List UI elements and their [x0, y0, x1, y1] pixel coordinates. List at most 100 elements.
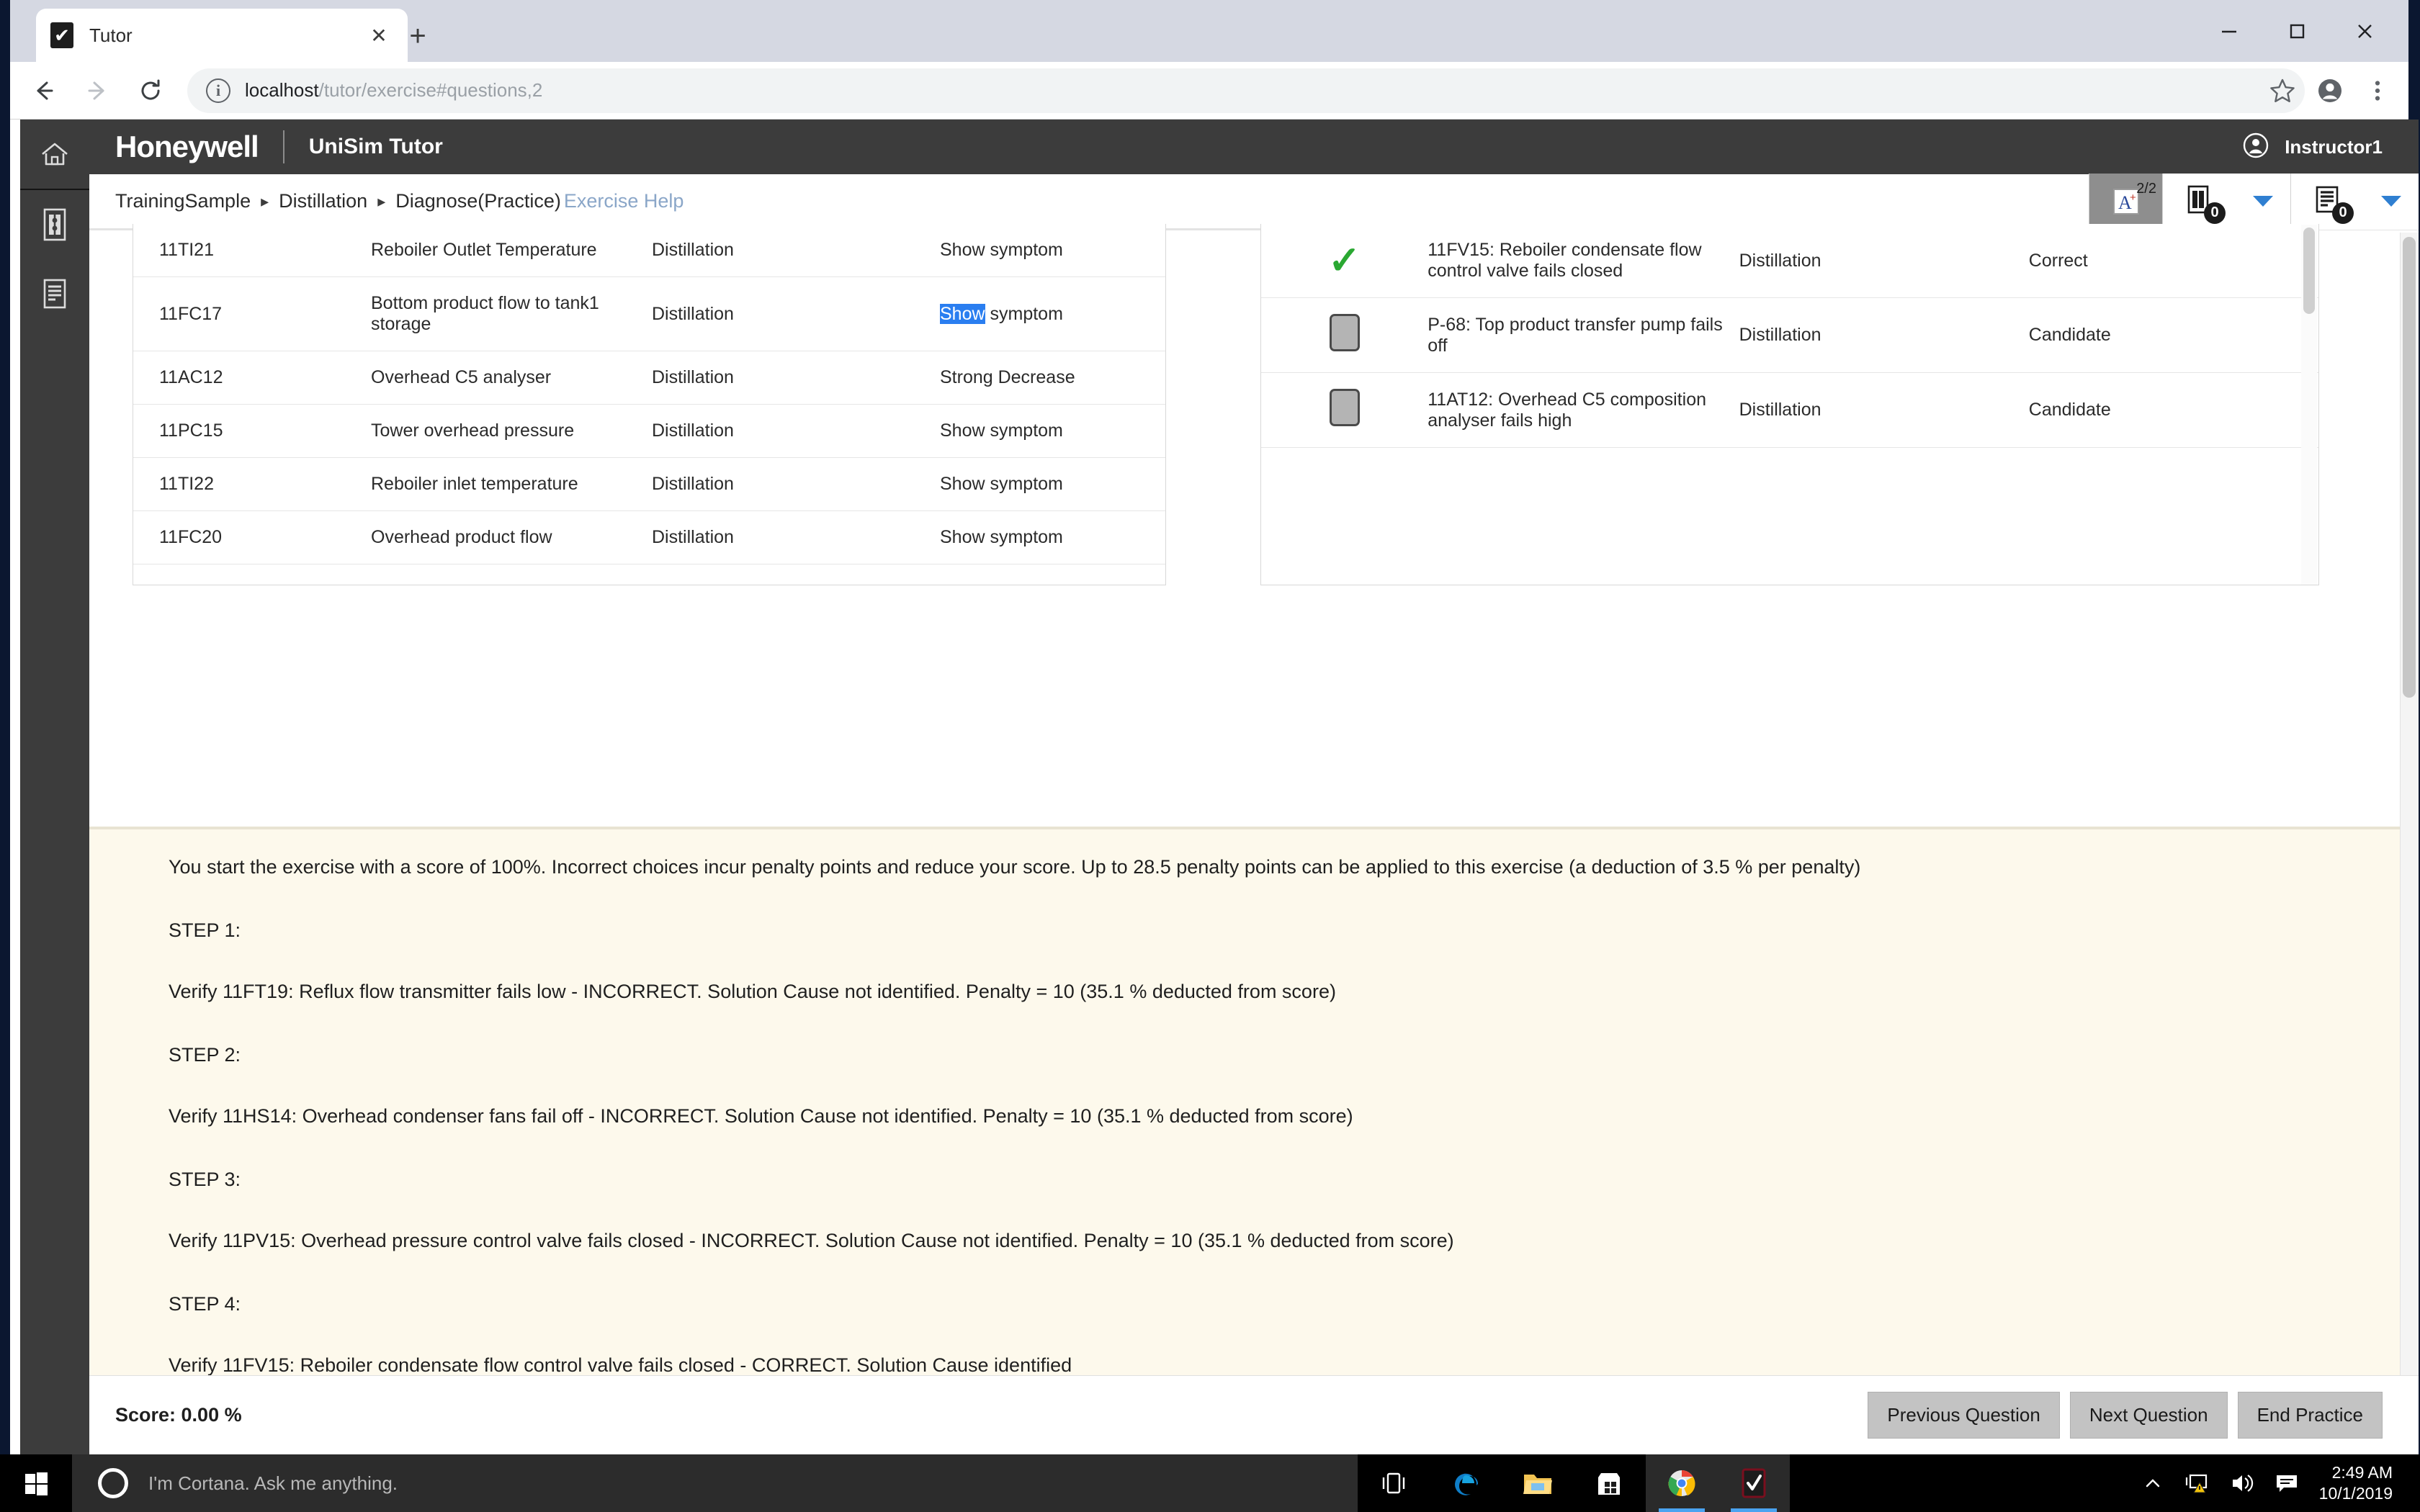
checkbox-icon[interactable]	[1329, 389, 1360, 426]
windows-start-icon[interactable]	[0, 1454, 72, 1512]
causes-panel-scrollbar[interactable]	[2301, 225, 2317, 585]
checkbox-icon[interactable]	[1329, 314, 1360, 351]
breadcrumb-item-training-sample[interactable]: TrainingSample	[115, 190, 251, 212]
clock-date: 10/1/2019	[2318, 1484, 2393, 1503]
taskbar-clock[interactable]: 2:49 AM 10/1/2019	[2309, 1462, 2406, 1504]
table-row[interactable]: ✓ 11FV15: Reboiler condensate flow contro…	[1261, 224, 2318, 298]
speaker-icon[interactable]	[2220, 1454, 2264, 1512]
symptom-status[interactable]: Show symptom	[940, 510, 1165, 564]
breadcrumb-item-distillation[interactable]: Distillation	[279, 190, 367, 212]
cortana-search-box[interactable]: I'm Cortana. Ask me anything.	[72, 1454, 1358, 1512]
symptom-status[interactable]: Show symptom	[940, 276, 1165, 351]
cause-checkbox[interactable]	[1261, 372, 1428, 448]
task-view-icon[interactable]	[1358, 1454, 1430, 1512]
forward-arrow-icon[interactable]	[71, 64, 124, 117]
symptoms-dropdown-caret[interactable]	[2236, 173, 2290, 230]
cause-checkbox[interactable]	[1261, 297, 1428, 373]
store-icon[interactable]	[1574, 1454, 1646, 1512]
address-bar[interactable]: i localhost/tutor/exercise#questions,2	[187, 68, 2305, 113]
feedback-step2-text: Verify 11HS14: Overhead condenser fans f…	[169, 1104, 1353, 1127]
browser-navbar: i localhost/tutor/exercise#questions,2	[10, 62, 2408, 120]
previous-question-button[interactable]: Previous Question	[1868, 1392, 2060, 1439]
app-left-rail	[20, 120, 89, 1454]
end-practice-button[interactable]: End Practice	[2237, 1392, 2383, 1439]
checkmark-icon[interactable]: ✓	[1261, 224, 1428, 298]
chevron-up-icon[interactable]	[2130, 1454, 2175, 1512]
account-circle-icon[interactable]	[2306, 67, 2354, 114]
next-question-button[interactable]: Next Question	[2069, 1392, 2228, 1439]
svg-text:+: +	[2130, 192, 2136, 204]
table-row[interactable]: 11FC20 Overhead product flow Distillation S…	[133, 510, 1165, 564]
symptom-description: Tower overhead pressure	[371, 404, 652, 458]
reload-icon[interactable]	[124, 64, 177, 117]
causes-dropdown-caret[interactable]	[2364, 173, 2419, 230]
info-icon[interactable]: i	[206, 78, 230, 103]
minimize-icon[interactable]	[2195, 0, 2263, 62]
window-controls	[2195, 0, 2398, 62]
cause-description: P-68: Top product transfer pump fails of…	[1428, 297, 1739, 373]
exercise-help-link[interactable]: Exercise Help	[564, 190, 684, 212]
edge-icon[interactable]	[1430, 1454, 1502, 1512]
table-row[interactable]: 11TI22 Reboiler inlet temperature Distilla…	[133, 457, 1165, 511]
header-user-area[interactable]: Instructor1	[2241, 131, 2419, 163]
font-size-tool-button[interactable]: A + 2/2	[2089, 173, 2162, 230]
browser-tab[interactable]: ✔ Tutor ✕	[36, 9, 408, 62]
desktop-edge-left	[0, 0, 10, 1454]
cortana-placeholder: I'm Cortana. Ask me anything.	[148, 1472, 398, 1494]
table-row[interactable]: P-68: Top product transfer pump fails of…	[1261, 297, 2318, 373]
app-header: Honeywell UniSim Tutor Instructor1	[89, 120, 2419, 174]
bookmark-star-icon[interactable]	[2259, 67, 2306, 114]
symptom-unit: Distillation	[652, 404, 940, 458]
symptom-status[interactable]: Show symptom	[940, 457, 1165, 511]
breadcrumb-item-diagnose-practice[interactable]: Diagnose(Practice)	[395, 190, 561, 212]
symptom-description: Reboiler inlet temperature	[371, 457, 652, 511]
chrome-icon[interactable]	[1646, 1454, 1718, 1512]
network-warning-icon[interactable]	[2175, 1454, 2220, 1512]
symptom-description: Overhead C5 analyser	[371, 351, 652, 405]
rail-item-document[interactable]	[20, 259, 89, 328]
cortana-circle-icon	[98, 1468, 128, 1498]
symptom-status[interactable]: Show symptom	[940, 404, 1165, 458]
symptoms-count-badge: 0	[2204, 202, 2226, 224]
tutor-app-icon[interactable]	[1718, 1454, 1790, 1512]
table-row[interactable]: 11PC15 Tower overhead pressure Distillatio…	[133, 404, 1165, 458]
kebab-menu-icon[interactable]	[2354, 67, 2401, 114]
close-icon[interactable]	[2331, 0, 2398, 62]
cause-description: 11AT12: Overhead C5 composition analyser…	[1428, 372, 1739, 448]
user-name: Instructor1	[2285, 135, 2383, 158]
rail-item-home[interactable]	[20, 120, 89, 189]
new-tab-button[interactable]: +	[399, 17, 436, 55]
table-row[interactable]: 11AT12: Overhead C5 composition analyser…	[1261, 372, 2318, 448]
causes-tool-button[interactable]: 0	[2290, 173, 2364, 230]
feedback-step1-label: STEP 1:	[169, 919, 241, 942]
maximize-icon[interactable]	[2263, 0, 2331, 62]
page-scrollbar[interactable]: ▲ ▼	[2400, 233, 2419, 1454]
symptom-status[interactable]: Show symptom	[940, 224, 1165, 277]
system-tray: 2:49 AM 10/1/2019	[2130, 1454, 2420, 1512]
table-row[interactable]: 11AC12 Overhead C5 analyser Distillation St…	[133, 351, 1165, 405]
checkmark-glyph: ✓	[1328, 239, 1361, 282]
exercise-content: 11TI21 Reboiler Outlet Temperature Distill…	[89, 224, 2419, 1454]
table-row[interactable]: 11TI21 Reboiler Outlet Temperature Distill…	[133, 224, 1165, 277]
checkmark-square-icon: ✔	[50, 22, 73, 48]
honeywell-logo: Honeywell	[115, 130, 259, 163]
symptoms-tool-button[interactable]: 0	[2162, 173, 2236, 230]
symptoms-panel: 11TI21 Reboiler Outlet Temperature Distill…	[133, 224, 1166, 585]
url-host: localhost	[245, 79, 319, 101]
symptom-status[interactable]: Strong Decrease	[940, 351, 1165, 405]
symptom-tag: 11AC12	[133, 351, 371, 405]
table-row[interactable]: 11FC17 Bottom product flow to tank1 stora…	[133, 276, 1165, 351]
symptom-unit: Distillation	[652, 457, 940, 511]
browser-window: ✔ Tutor ✕ + i localhost/tutor/exercise#q…	[10, 0, 2419, 1454]
cause-status: Candidate	[2028, 297, 2318, 373]
feedback-step3-label: STEP 3:	[169, 1169, 241, 1191]
notification-icon[interactable]	[2264, 1454, 2309, 1512]
folder-icon[interactable]	[1502, 1454, 1574, 1512]
symptom-tag: 11PC15	[133, 404, 371, 458]
rail-item-book[interactable]	[20, 190, 89, 259]
close-icon[interactable]: ✕	[364, 21, 393, 50]
back-arrow-icon[interactable]	[17, 64, 71, 117]
causes-panel-scroll-thumb[interactable]	[2303, 228, 2315, 314]
page-scroll-thumb[interactable]	[2403, 237, 2416, 698]
user-circle-icon	[2241, 131, 2270, 163]
